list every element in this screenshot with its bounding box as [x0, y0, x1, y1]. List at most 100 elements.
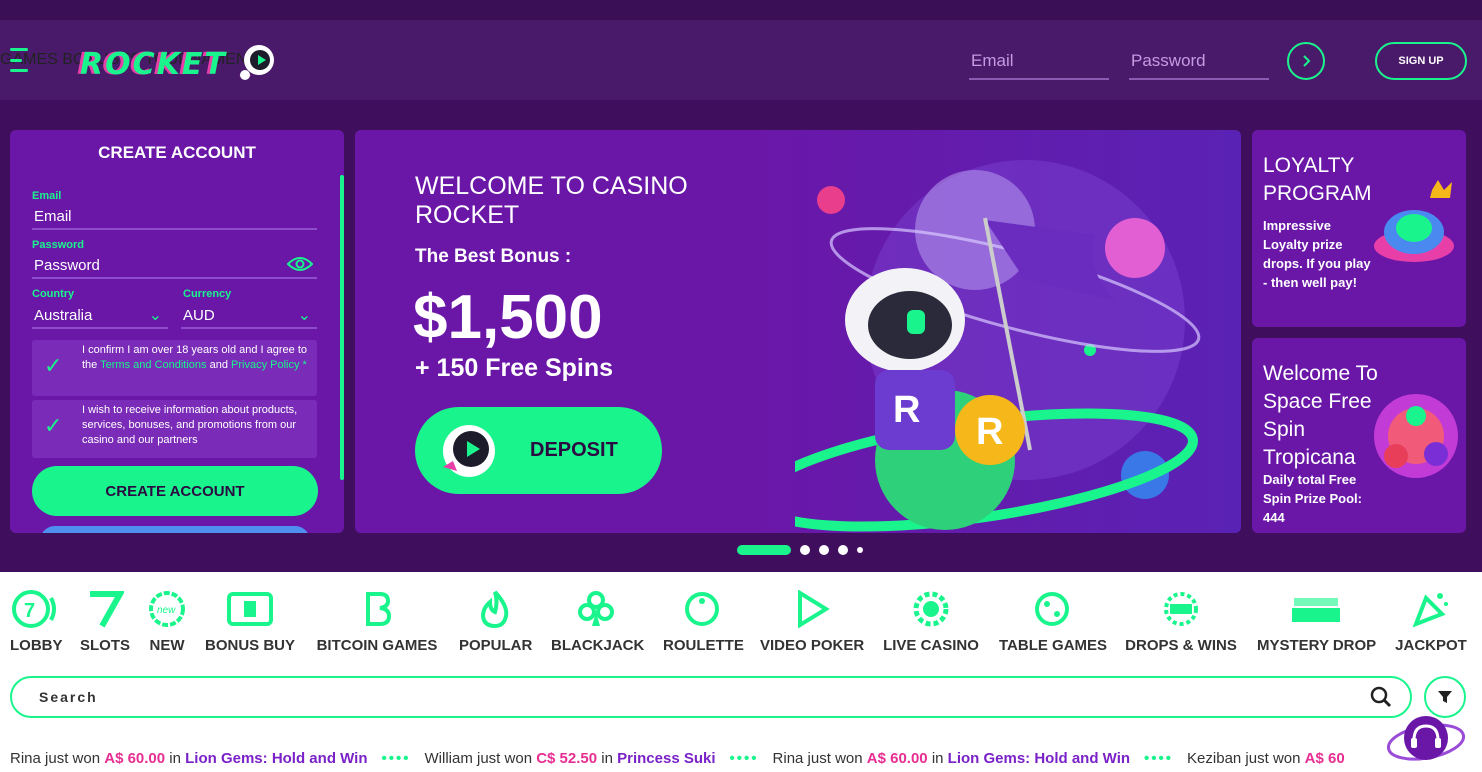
- login-arrow-button[interactable]: [1287, 42, 1325, 80]
- category-bitcoin[interactable]: BITCOIN GAMES: [315, 588, 439, 654]
- category-label: JACKPOT: [1395, 637, 1467, 654]
- svg-text:R: R: [976, 411, 1003, 453]
- category-bonus-buy[interactable]: BONUS BUY: [205, 588, 295, 654]
- category-label: VIDEO POKER: [760, 637, 865, 654]
- email-label: Email: [32, 190, 62, 202]
- slider-dot-4[interactable]: [838, 545, 848, 555]
- secondary-button[interactable]: [40, 526, 310, 533]
- tropicana-card[interactable]: Welcome To Space Free Spin Tropicana Dai…: [1252, 338, 1466, 533]
- category-live-casino[interactable]: LIVE CASINO: [883, 588, 979, 654]
- eye-icon[interactable]: [287, 256, 313, 272]
- category-jackpot[interactable]: JACKPOT: [1394, 588, 1468, 654]
- category-label: POPULAR: [459, 637, 533, 654]
- bonus-amount: $1,500: [413, 283, 603, 352]
- create-account-button[interactable]: CREATE ACCOUNT: [32, 466, 318, 516]
- category-label: SLOTS: [80, 637, 131, 654]
- chevron-right-icon: [1303, 55, 1311, 67]
- svg-text:R: R: [893, 389, 920, 431]
- hero-banner: WELCOME TO CASINO ROCKET The Best Bonus …: [355, 130, 1241, 533]
- privacy-link[interactable]: Privacy Policy *: [231, 359, 307, 371]
- slider-dot-5[interactable]: [857, 547, 863, 553]
- winner-name: Keziban: [1187, 750, 1242, 767]
- slider-dot-2[interactable]: [800, 545, 810, 555]
- mystery-drop-icon: [1257, 588, 1375, 630]
- age-terms-checkbox[interactable]: ✓ I confirm I am over 18 years old and I…: [32, 340, 317, 396]
- hero-title: WELCOME TO CASINO ROCKET: [415, 172, 688, 229]
- checkmark-icon: ✓: [44, 353, 63, 378]
- ticker-separator: ••••: [729, 750, 759, 767]
- flame-icon: [459, 588, 531, 630]
- ticker-separator: ••••: [1144, 750, 1174, 767]
- tropicana-text: Daily total Free Spin Prize Pool: 444: [1263, 472, 1362, 525]
- win-amount: C$ 52.50: [536, 750, 598, 767]
- astronaut-helmet-icon: [443, 425, 495, 477]
- logo-text: ROCKET: [80, 46, 227, 82]
- category-mystery-drop[interactable]: MYSTERY DROP: [1257, 588, 1376, 654]
- header-email-input[interactable]: [969, 40, 1109, 80]
- search-icon[interactable]: [1370, 686, 1392, 708]
- header-password-input[interactable]: [1129, 40, 1269, 80]
- win-amount: A$ 60.00: [104, 750, 166, 767]
- search-input[interactable]: [39, 689, 1339, 705]
- country-select[interactable]: Australia ⌄: [32, 303, 168, 329]
- marketing-text: I wish to receive information about prod…: [82, 404, 298, 446]
- support-chat-icon[interactable]: [1386, 712, 1466, 772]
- win-game[interactable]: Lion Gems: Hold and Win: [948, 750, 1130, 767]
- ticker-word: just won: [1241, 750, 1305, 767]
- ticker-item: Rina just won A$ 60.00 in Lion Gems: Hol…: [773, 750, 1131, 767]
- form-scrollbar[interactable]: [340, 175, 344, 480]
- menu-icon[interactable]: [10, 48, 30, 72]
- category-label: BLACKJACK: [551, 637, 645, 654]
- bonus-buy-icon: [205, 588, 295, 630]
- password-label: Password: [32, 239, 84, 251]
- filter-icon: [1438, 691, 1452, 703]
- category-video-poker[interactable]: VIDEO POKER: [760, 588, 864, 654]
- category-slots[interactable]: SLOTS: [80, 588, 130, 654]
- signup-button[interactable]: SIGN UP: [1375, 42, 1467, 80]
- ticker-word: in: [597, 750, 618, 767]
- category-drops-wins[interactable]: DROPS & WINS: [1125, 588, 1237, 654]
- category-blackjack[interactable]: BLACKJACK: [551, 588, 645, 654]
- bitcoin-icon: [315, 588, 439, 630]
- category-nav: 7 LOBBY SLOTS new NEW BONUS BUY BITCOIN …: [0, 588, 1482, 658]
- age-terms-text: I confirm I am over 18 years old and I a…: [82, 343, 312, 373]
- slider-dot-3[interactable]: [819, 545, 829, 555]
- currency-value: AUD: [183, 307, 215, 324]
- ticker-item: William just won C$ 52.50 in Princess Su…: [425, 750, 716, 767]
- category-lobby[interactable]: 7 LOBBY: [10, 588, 63, 654]
- ticker-item: Keziban just won A$ 60: [1187, 750, 1345, 767]
- category-new[interactable]: new NEW: [148, 588, 186, 654]
- category-label: NEW: [149, 637, 185, 654]
- svg-text:7: 7: [24, 600, 35, 622]
- win-game[interactable]: Lion Gems: Hold and Win: [185, 750, 367, 767]
- consent-text-and: and: [206, 359, 232, 371]
- ticker-separator: ••••: [381, 750, 411, 767]
- loyalty-text: Impressive Loyalty prize drops. If you p…: [1263, 218, 1371, 290]
- chevron-down-icon: ⌄: [297, 307, 311, 324]
- winners-ticker: Rina just won A$ 60.00 in Lion Gems: Hol…: [10, 750, 1482, 772]
- category-table-games[interactable]: TABLE GAMES: [999, 588, 1107, 654]
- logo[interactable]: ROCKET: [80, 42, 277, 86]
- bonus-label: The Best Bonus :: [415, 246, 572, 267]
- drops-wins-icon: [1125, 588, 1237, 630]
- top-strip: [0, 0, 1482, 20]
- ticker-word: just won: [40, 750, 105, 767]
- svg-text:new: new: [157, 605, 176, 616]
- category-popular[interactable]: POPULAR: [459, 588, 533, 654]
- loyalty-card[interactable]: LOYALTY PROGRAM Impressive Loyalty prize…: [1252, 130, 1466, 327]
- password-field[interactable]: Password: [32, 253, 317, 279]
- email-field[interactable]: Email: [32, 204, 317, 230]
- category-label: LOBBY: [10, 637, 63, 654]
- deposit-button[interactable]: DEPOSIT: [415, 407, 662, 494]
- checkmark-icon: ✓: [44, 413, 63, 438]
- marketing-checkbox[interactable]: ✓ I wish to receive information about pr…: [32, 400, 317, 458]
- roulette-icon: [663, 588, 741, 630]
- currency-select[interactable]: AUD ⌄: [181, 303, 317, 329]
- category-label: DROPS & WINS: [1125, 637, 1237, 654]
- slider-dot-1[interactable]: [737, 545, 791, 555]
- ticker-word: just won: [803, 750, 867, 767]
- win-game[interactable]: Princess Suki: [617, 750, 715, 767]
- category-roulette[interactable]: ROULETTE: [663, 588, 744, 654]
- country-label: Country: [32, 288, 75, 300]
- terms-link[interactable]: Terms and Conditions: [100, 359, 206, 371]
